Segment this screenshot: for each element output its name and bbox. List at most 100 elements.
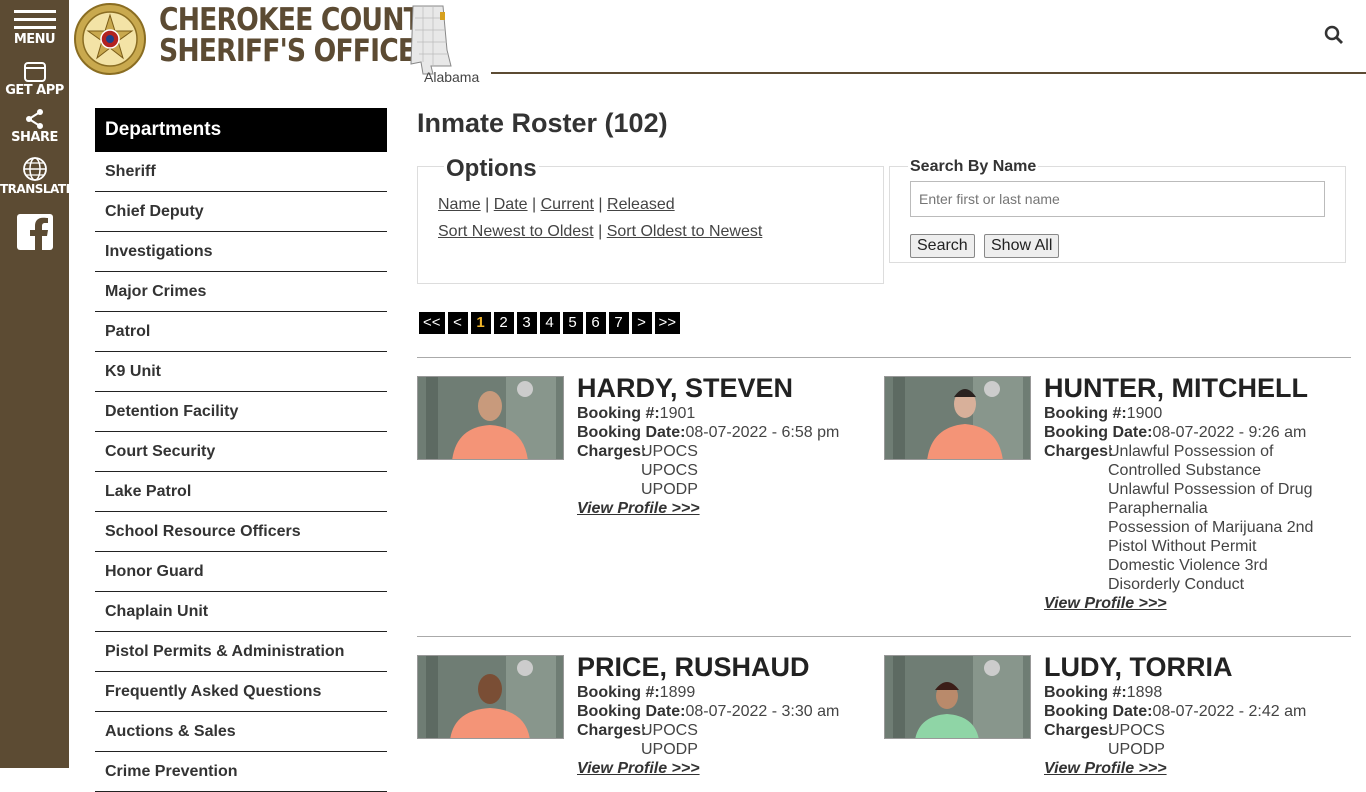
options-legend: Options: [444, 155, 539, 183]
page-button[interactable]: 3: [516, 312, 537, 334]
search-panel: Search By Name Search Show All: [889, 158, 1346, 263]
booking-number: Booking #:1901: [577, 405, 695, 423]
sort-options-row: Name | Date | Current | Released: [438, 196, 675, 214]
sort-oldest-link[interactable]: Sort Oldest to Newest: [607, 223, 763, 240]
charge-item: UPOCS: [641, 462, 698, 479]
sidebar-item-auctions-sales[interactable]: Auctions & Sales: [95, 712, 387, 752]
separator: |: [598, 223, 603, 240]
share-icon: [25, 109, 43, 129]
charge-item: UPOCS: [1108, 722, 1165, 739]
sidebar-item-frequently-asked-questions[interactable]: Frequently Asked Questions: [95, 672, 387, 712]
page-button[interactable]: 7: [608, 312, 629, 334]
sort-date-link[interactable]: Date: [494, 196, 528, 213]
charges-list: UPOCS UPODP: [1108, 721, 1165, 759]
sidebar-item-detention-facility[interactable]: Detention Facility: [95, 392, 387, 432]
sidebar-item-school-resource-officers[interactable]: School Resource Officers: [95, 512, 387, 552]
translate-button[interactable]: TRANSLATE: [0, 156, 74, 196]
get-app-label: GET APP: [5, 83, 64, 98]
page-button[interactable]: >>: [654, 312, 681, 334]
departments-sidebar: Departments Sheriff Chief Deputy Investiga…: [95, 108, 387, 792]
filter-current-link[interactable]: Current: [541, 196, 594, 213]
charge-item: UPODP: [641, 741, 698, 758]
sidebar-item-sheriff[interactable]: Sheriff: [95, 152, 387, 192]
show-all-button[interactable]: Show All: [984, 234, 1060, 258]
booking-date-label: Booking Date:: [577, 703, 686, 720]
charge-item: UPOCS: [641, 722, 698, 739]
sidebar-item-pistol-permits-administration[interactable]: Pistol Permits & Administration: [95, 632, 387, 672]
booking-date-value: 08-07-2022 - 3:30 am: [685, 703, 840, 720]
sheriff-badge-logo[interactable]: [74, 3, 146, 75]
sidebar-heading: Departments: [95, 108, 387, 152]
sidebar-item-investigations[interactable]: Investigations: [95, 232, 387, 272]
charges-label: Charges:: [1044, 722, 1113, 740]
mugshot-photo[interactable]: [417, 376, 564, 460]
sidebar-item-major-crimes[interactable]: Major Crimes: [95, 272, 387, 312]
page-button[interactable]: 2: [493, 312, 514, 334]
options-panel: Options Name | Date | Current | Released…: [417, 155, 884, 284]
sort-order-row: Sort Newest to Oldest | Sort Oldest to N…: [438, 223, 762, 241]
booking-date-value: 08-07-2022 - 9:26 am: [1152, 424, 1307, 441]
sort-newest-link[interactable]: Sort Newest to Oldest: [438, 223, 594, 240]
view-profile-link[interactable]: View Profile >>>: [1044, 595, 1167, 613]
sidebar-item-chief-deputy[interactable]: Chief Deputy: [95, 192, 387, 232]
sidebar-item-crime-prevention[interactable]: Crime Prevention: [95, 752, 387, 792]
sidebar-item-honor-guard[interactable]: Honor Guard: [95, 552, 387, 592]
booking-number-label: Booking #:: [577, 405, 660, 422]
search-icon[interactable]: [1324, 25, 1344, 45]
facebook-link[interactable]: [0, 214, 69, 250]
separator: |: [598, 196, 603, 213]
booking-number-value: 1898: [1126, 684, 1163, 701]
charges-list: UPOCS UPODP: [641, 721, 698, 759]
booking-number-value: 1899: [659, 684, 696, 701]
charge-item: Domestic Violence 3rd: [1108, 557, 1268, 574]
page-button[interactable]: <: [447, 312, 468, 334]
booking-date: Booking Date:08-07-2022 - 6:58 pm: [577, 424, 839, 442]
sidebar-item-chaplain-unit[interactable]: Chaplain Unit: [95, 592, 387, 632]
globe-icon: [22, 157, 47, 181]
mugshot-photo[interactable]: [417, 655, 564, 739]
mugshot-photo[interactable]: [884, 655, 1031, 739]
booking-number: Booking #:1899: [577, 684, 695, 702]
booking-number-value: 1900: [1126, 405, 1163, 422]
sidebar-item-patrol[interactable]: Patrol: [95, 312, 387, 352]
mugshot-photo[interactable]: [884, 376, 1031, 460]
divider: [417, 636, 1351, 637]
charges-label: Charges:: [1044, 443, 1113, 461]
charge-item: Possession of Marijuana 2nd: [1108, 519, 1314, 536]
page-button[interactable]: 4: [539, 312, 560, 334]
sidebar-item-k9-unit[interactable]: K9 Unit: [95, 352, 387, 392]
site-title-line1: CHEROKEE COUNTY: [159, 2, 440, 38]
booking-date: Booking Date:08-07-2022 - 9:26 am: [1044, 424, 1306, 442]
booking-date-value: 08-07-2022 - 2:42 am: [1152, 703, 1307, 720]
page-button[interactable]: 1: [470, 312, 491, 334]
view-profile-link[interactable]: View Profile >>>: [1044, 760, 1167, 778]
page-button[interactable]: <<: [419, 312, 445, 334]
booking-date-label: Booking Date:: [1044, 703, 1153, 720]
sidebar-item-lake-patrol[interactable]: Lake Patrol: [95, 472, 387, 512]
charge-item: Disorderly Conduct: [1108, 576, 1245, 593]
view-profile-link[interactable]: View Profile >>>: [577, 500, 700, 518]
charges-list: UPOCS UPOCS UPODP: [641, 442, 698, 499]
view-profile-link[interactable]: View Profile >>>: [577, 760, 700, 778]
page-button[interactable]: 5: [562, 312, 583, 334]
sort-name-link[interactable]: Name: [438, 196, 481, 213]
page-button[interactable]: >: [631, 312, 652, 334]
site-title[interactable]: CHEROKEE COUNTY SHERIFF'S OFFICE: [159, 2, 440, 67]
inmate-name: LUDY, TORRIA: [1044, 652, 1233, 682]
filter-released-link[interactable]: Released: [607, 196, 675, 213]
page-button[interactable]: 6: [585, 312, 606, 334]
charges-label: Charges:: [577, 443, 646, 461]
search-button[interactable]: Search: [910, 234, 975, 258]
charges-list: Unlawful Possession of Controlled Substan…: [1108, 442, 1313, 594]
alabama-map-icon: [410, 5, 452, 75]
share-button[interactable]: SHARE: [0, 108, 69, 145]
booking-date-label: Booking Date:: [1044, 424, 1153, 441]
menu-button[interactable]: MENU: [0, 8, 69, 47]
name-search-input[interactable]: [910, 181, 1325, 217]
charges-label-text: Charges:: [1044, 443, 1114, 460]
sidebar-item-court-security[interactable]: Court Security: [95, 432, 387, 472]
get-app-button[interactable]: GET APP: [0, 62, 69, 98]
share-label: SHARE: [11, 130, 58, 145]
charge-item: UPODP: [641, 481, 698, 498]
booking-number: Booking #:1900: [1044, 405, 1162, 423]
